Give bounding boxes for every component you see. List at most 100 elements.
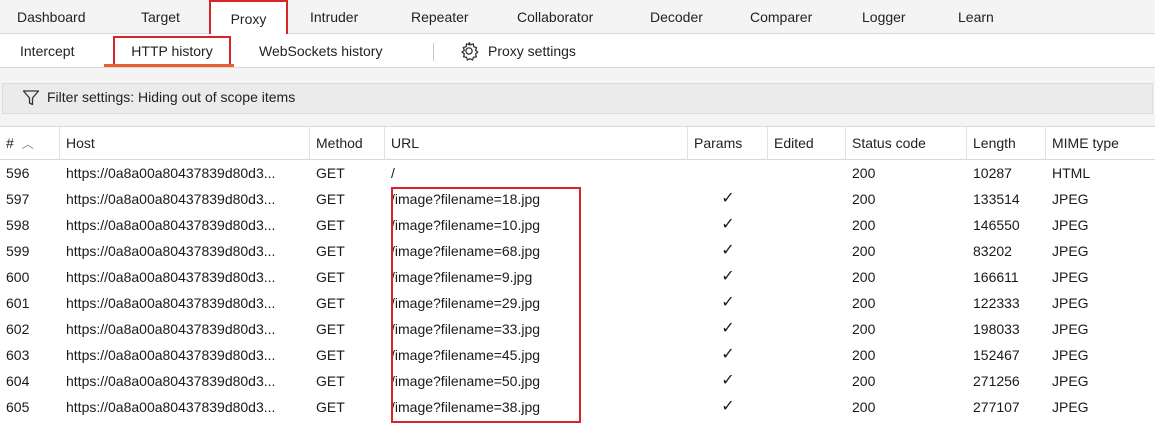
- row-number: 601: [6, 295, 30, 311]
- row-mime: JPEG: [1052, 269, 1089, 285]
- row-number: 603: [6, 347, 30, 363]
- row-status: 200: [852, 295, 876, 311]
- tab-target[interactable]: Target: [141, 0, 180, 34]
- col-header-params[interactable]: Params: [688, 127, 768, 160]
- checkmark-icon: ✓: [721, 190, 735, 207]
- table-header: # ︿ Host Method URL Params Edited Status…: [0, 126, 1155, 160]
- row-length: 146550: [973, 217, 1020, 233]
- checkmark-icon: ✓: [721, 320, 735, 337]
- row-host: https://0a8a00a80437839d80d3...: [66, 191, 276, 207]
- tab-comparer[interactable]: Comparer: [750, 0, 812, 34]
- filter-settings-label[interactable]: Filter settings: Hiding out of scope ite…: [47, 89, 295, 105]
- row-method: GET: [316, 243, 345, 259]
- row-mime: JPEG: [1052, 321, 1089, 337]
- tab-learn[interactable]: Learn: [958, 0, 994, 34]
- table-row[interactable]: 598 https://0a8a00a80437839d80d3... GET …: [0, 212, 1155, 238]
- table-row[interactable]: 600 https://0a8a00a80437839d80d3... GET …: [0, 264, 1155, 290]
- table-row[interactable]: 599 https://0a8a00a80437839d80d3... GET …: [0, 238, 1155, 264]
- sort-ascending-icon: ︿: [21, 137, 34, 151]
- col-header-length[interactable]: Length: [967, 127, 1046, 160]
- row-length: 10287: [973, 165, 1012, 181]
- tab-repeater[interactable]: Repeater: [411, 0, 469, 34]
- row-edited: [768, 342, 846, 368]
- col-header-number[interactable]: # ︿: [0, 127, 60, 160]
- row-status: 200: [852, 321, 876, 337]
- row-status: 200: [852, 191, 876, 207]
- subtab-separator: [433, 43, 434, 61]
- row-number: 598: [6, 217, 30, 233]
- checkmark-icon: ✓: [721, 294, 735, 311]
- subtab-proxy-settings[interactable]: Proxy settings: [488, 34, 576, 68]
- checkmark-icon: ✓: [721, 216, 735, 233]
- col-header-url[interactable]: URL: [385, 127, 688, 160]
- row-method: GET: [316, 295, 345, 311]
- row-edited: [768, 160, 846, 186]
- tab-collaborator[interactable]: Collaborator: [517, 0, 593, 34]
- gear-icon[interactable]: [458, 40, 480, 62]
- checkmark-icon: [688, 160, 768, 186]
- row-length: 152467: [973, 347, 1020, 363]
- row-edited: [768, 212, 846, 238]
- tab-dashboard[interactable]: Dashboard: [17, 0, 86, 34]
- table-row[interactable]: 604 https://0a8a00a80437839d80d3... GET …: [0, 368, 1155, 394]
- row-length: 122333: [973, 295, 1020, 311]
- tab-intruder[interactable]: Intruder: [310, 0, 358, 34]
- row-host: https://0a8a00a80437839d80d3...: [66, 321, 276, 337]
- table-row[interactable]: 601 https://0a8a00a80437839d80d3... GET …: [0, 290, 1155, 316]
- row-url: /image?filename=50.jpg: [391, 373, 541, 389]
- row-method: GET: [316, 217, 345, 233]
- row-number: 597: [6, 191, 30, 207]
- tab-decoder[interactable]: Decoder: [650, 0, 703, 34]
- history-table-body: 596 https://0a8a00a80437839d80d3... GET …: [0, 160, 1155, 430]
- row-edited: [768, 238, 846, 264]
- row-url: /image?filename=9.jpg: [391, 269, 533, 285]
- row-url: /image?filename=38.jpg: [391, 399, 541, 415]
- row-mime: HTML: [1052, 165, 1091, 181]
- row-edited: [768, 368, 846, 394]
- row-host: https://0a8a00a80437839d80d3...: [66, 165, 276, 181]
- col-header-status-code[interactable]: Status code: [846, 127, 967, 160]
- proxy-sub-tab-bar: Intercept HTTP history WebSockets histor…: [0, 34, 1155, 68]
- row-status: 200: [852, 347, 876, 363]
- row-mime: JPEG: [1052, 347, 1089, 363]
- row-host: https://0a8a00a80437839d80d3...: [66, 217, 276, 233]
- row-number: 604: [6, 373, 30, 389]
- row-number: 605: [6, 399, 30, 415]
- row-host: https://0a8a00a80437839d80d3...: [66, 243, 276, 259]
- col-header-host[interactable]: Host: [60, 127, 310, 160]
- col-header-edited[interactable]: Edited: [768, 127, 846, 160]
- row-method: GET: [316, 399, 345, 415]
- funnel-icon: [22, 90, 40, 106]
- active-subtab-underline: [104, 64, 234, 67]
- row-mime: JPEG: [1052, 217, 1089, 233]
- row-url: /image?filename=33.jpg: [391, 321, 541, 337]
- row-edited: [768, 264, 846, 290]
- tab-logger[interactable]: Logger: [862, 0, 906, 34]
- table-row[interactable]: 603 https://0a8a00a80437839d80d3... GET …: [0, 342, 1155, 368]
- table-row[interactable]: 596 https://0a8a00a80437839d80d3... GET …: [0, 160, 1155, 186]
- row-host: https://0a8a00a80437839d80d3...: [66, 295, 276, 311]
- subtab-intercept[interactable]: Intercept: [20, 34, 74, 68]
- row-mime: JPEG: [1052, 243, 1089, 259]
- row-status: 200: [852, 269, 876, 285]
- tab-proxy[interactable]: Proxy: [209, 0, 288, 34]
- subtab-http-history[interactable]: HTTP history: [113, 36, 231, 66]
- table-row[interactable]: 597 https://0a8a00a80437839d80d3... GET …: [0, 186, 1155, 212]
- table-row[interactable]: 605 https://0a8a00a80437839d80d3... GET …: [0, 394, 1155, 420]
- row-edited: [768, 394, 846, 420]
- subtab-websockets-history[interactable]: WebSockets history: [259, 34, 382, 68]
- row-host: https://0a8a00a80437839d80d3...: [66, 269, 276, 285]
- row-status: 200: [852, 373, 876, 389]
- col-header-mime-type[interactable]: MIME type: [1046, 127, 1155, 160]
- row-url: /image?filename=45.jpg: [391, 347, 541, 363]
- table-row[interactable]: 602 https://0a8a00a80437839d80d3... GET …: [0, 316, 1155, 342]
- row-mime: JPEG: [1052, 399, 1089, 415]
- row-mime: JPEG: [1052, 295, 1089, 311]
- checkmark-icon: ✓: [721, 346, 735, 363]
- row-method: GET: [316, 269, 345, 285]
- checkmark-icon: ✓: [721, 242, 735, 259]
- col-header-method[interactable]: Method: [310, 127, 385, 160]
- row-method: GET: [316, 321, 345, 337]
- row-status: 200: [852, 243, 876, 259]
- row-method: GET: [316, 373, 345, 389]
